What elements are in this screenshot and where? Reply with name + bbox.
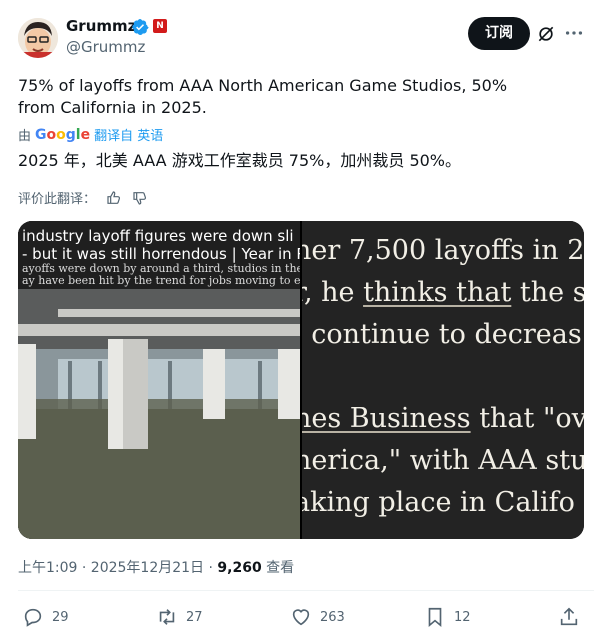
heart-icon	[292, 609, 310, 626]
headline-line-1: industry layoff figures were down sli	[22, 227, 294, 245]
timestamp[interactable]: 上午1:09 · 2025年12月21日 ·	[18, 560, 217, 576]
avatar-image	[18, 18, 58, 58]
quote-line-6: aking place in Califo	[302, 487, 575, 518]
views-label: 查看	[261, 560, 295, 576]
media-image-right[interactable]: her 7,500 layoffs in 20 r, he thinks tha…	[302, 221, 584, 539]
thumbs-down-icon[interactable]	[132, 190, 148, 206]
quote-line-5: nerica," with AAA stu	[302, 445, 584, 476]
retweet-count: 27	[186, 609, 203, 625]
translated-text: 2025 年，北美 AAA 游戏工作室裁员 75%，加州裁员 50%。	[18, 151, 462, 170]
rate-translation: 评价此翻译：	[18, 188, 148, 207]
quote-line-2-pre: r, he	[302, 277, 355, 308]
translate-by-label: 由	[18, 129, 32, 144]
share-button[interactable]	[558, 606, 580, 628]
quote-line-3: l continue to decreas	[302, 319, 582, 350]
bookmark-button[interactable]: 12	[424, 606, 471, 628]
translate-from-link[interactable]: 翻译自 英语	[94, 125, 163, 144]
tweet-text: 75% of layoffs from AAA North American G…	[18, 76, 508, 117]
bookmark-icon	[428, 607, 442, 628]
subscribe-button[interactable]: 订阅	[468, 17, 530, 50]
retweet-button[interactable]: 27	[156, 606, 203, 628]
quote-line-4-post: that "ove	[479, 403, 584, 434]
affiliate-badge-icon: N	[153, 19, 167, 33]
more-options-icon[interactable]	[563, 22, 585, 44]
divider	[18, 590, 594, 591]
avatar[interactable]	[18, 18, 58, 58]
empty-office-photo	[18, 289, 300, 539]
grok-icon[interactable]	[536, 24, 556, 44]
reply-count: 29	[52, 609, 69, 625]
view-count: 9,260	[217, 560, 262, 576]
article-headline: industry layoff figures were down sli - …	[18, 221, 300, 289]
google-logo: Google	[35, 126, 91, 143]
share-icon	[560, 607, 578, 626]
like-button[interactable]: 263	[290, 606, 345, 628]
quote-line-2-post: the s	[511, 277, 584, 308]
tweet-meta: 上午1:09 · 2025年12月21日 · 9,260 查看	[18, 557, 294, 577]
rate-label: 评价此翻译：	[18, 192, 97, 207]
reply-icon	[24, 608, 42, 627]
bookmark-count: 12	[454, 609, 471, 625]
quote-link-business[interactable]: nes Business	[302, 403, 471, 434]
verified-badge-icon	[132, 18, 149, 36]
media-grid: industry layoff figures were down sli - …	[18, 221, 584, 539]
quote-link-thinks-that[interactable]: thinks that	[363, 277, 511, 308]
headline-line-2: - but it was still horrendous | Year in …	[22, 245, 300, 263]
thumbs-up-icon[interactable]	[106, 190, 122, 206]
subhead-line-2: ay have been hit by the trend for jobs m…	[22, 274, 300, 287]
author-handle[interactable]: @Grummz	[66, 38, 145, 56]
translation-attribution: 由 Google 翻译自 英语	[18, 125, 163, 145]
media-image-left[interactable]: industry layoff figures were down sli - …	[18, 221, 300, 539]
like-count: 263	[320, 609, 345, 625]
quote-line-4: nes Business that "ove	[302, 403, 584, 443]
reply-button[interactable]: 29	[22, 606, 69, 628]
retweet-icon	[159, 609, 175, 625]
author-name[interactable]: Grummz	[66, 17, 136, 35]
quote-line-1: her 7,500 layoffs in 20	[302, 235, 584, 266]
quote-line-2: r, he thinks that the s	[302, 277, 584, 317]
